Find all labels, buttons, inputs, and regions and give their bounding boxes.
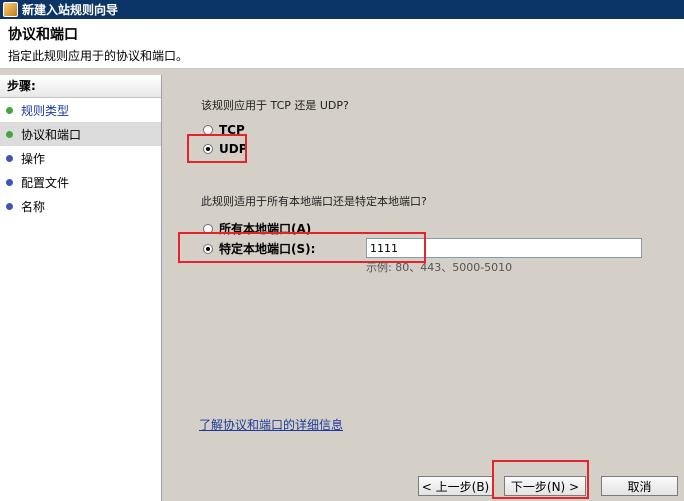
ports-input[interactable] [366, 238, 642, 258]
page-subtitle: 指定此规则应用于的协议和端口。 [8, 49, 189, 63]
sidebar-item-label: 规则类型 [21, 103, 70, 118]
sidebar-item-label: 操作 [21, 151, 46, 166]
sidebar-item-label: 协议和端口 [21, 127, 82, 142]
sidebar-item-label: 配置文件 [21, 175, 70, 190]
step-todo-bullet-icon [6, 202, 13, 210]
learn-more-link[interactable]: 了解协议和端口的详细信息 [199, 416, 343, 433]
back-button[interactable]: < 上一步(B) [418, 476, 493, 496]
tcp-radio[interactable]: TCP [203, 123, 245, 137]
step-todo-bullet-icon [6, 178, 13, 186]
cancel-button[interactable]: 取消 [601, 476, 678, 496]
udp-radio[interactable]: UDP [203, 142, 248, 156]
step-done-bullet-icon [6, 130, 13, 138]
sidebar-item-protocol-ports[interactable]: 协议和端口 [0, 122, 161, 146]
specific-ports-label: 特定本地端口(S): [219, 242, 316, 256]
app-icon [3, 2, 18, 17]
steps-sidebar: 步骤: 规则类型 协议和端口 操作 配置文件 名称 [0, 75, 162, 501]
sidebar-item-profile: 配置文件 [0, 170, 161, 194]
radio-checked-icon [203, 144, 213, 154]
udp-label: UDP [219, 142, 248, 156]
step-todo-bullet-icon [6, 154, 13, 162]
radio-checked-icon [203, 243, 213, 254]
protocol-question: 该规则应用于 TCP 还是 UDP? [201, 99, 349, 112]
page-title: 协议和端口 [8, 27, 78, 43]
radio-unchecked-icon [203, 223, 213, 234]
wizard-header: 协议和端口 指定此规则应用于的协议和端口。 [0, 19, 684, 69]
wizard-body: 步骤: 规则类型 协议和端口 操作 配置文件 名称 该规则应用于 TCP 还是 … [0, 69, 684, 501]
next-button[interactable]: 下一步(N) > [504, 476, 586, 496]
main-content: 该规则应用于 TCP 还是 UDP? TCP UDP 此规则适用于所有本地端口还… [165, 69, 684, 501]
window-title: 新建入站规则向导 [22, 3, 119, 17]
radio-unchecked-icon [203, 125, 213, 135]
all-ports-radio[interactable]: 所有本地端口(A) [203, 220, 311, 237]
tcp-label: TCP [219, 123, 245, 137]
steps-heading: 步骤: [0, 75, 161, 98]
title-bar: 新建入站规则向导 [0, 0, 684, 19]
ports-example: 示例: 80、443、5000-5010 [366, 261, 513, 274]
sidebar-item-name: 名称 [0, 194, 161, 218]
sidebar-item-action: 操作 [0, 146, 161, 170]
sidebar-item-label: 名称 [21, 199, 46, 214]
ports-question: 此规则适用于所有本地端口还是特定本地端口? [201, 195, 427, 208]
sidebar-item-rule-type[interactable]: 规则类型 [0, 98, 161, 122]
specific-ports-radio[interactable]: 特定本地端口(S): [203, 240, 315, 257]
all-ports-label: 所有本地端口(A) [219, 222, 312, 236]
step-done-bullet-icon [6, 106, 13, 114]
